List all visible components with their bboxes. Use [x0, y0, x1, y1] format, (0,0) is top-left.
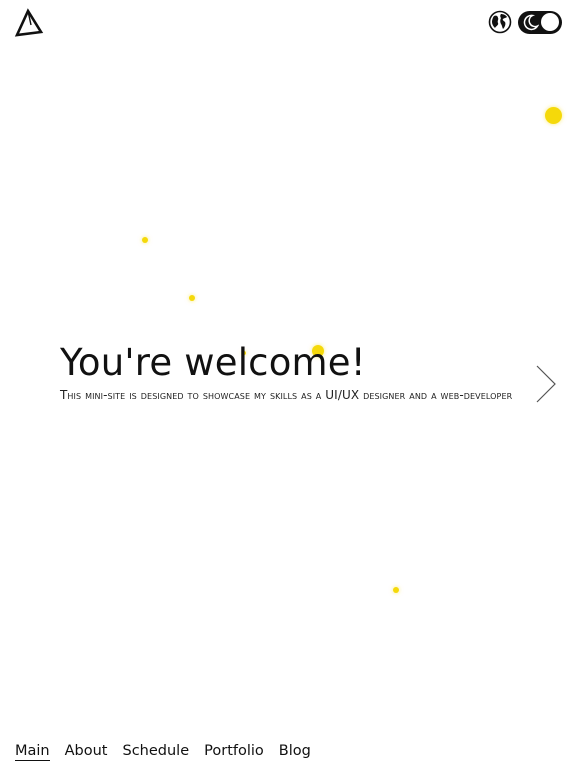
nav-item-portfolio[interactable]: Portfolio: [204, 743, 264, 761]
hero-subtitle: This mini-site is designed to showcase m…: [60, 388, 513, 402]
hero-title: You're welcome!: [60, 341, 366, 384]
theme-toggle[interactable]: [518, 10, 562, 34]
particle-dot: [142, 237, 148, 243]
bottom-nav: Main About Schedule Portfolio Blog: [15, 743, 311, 761]
particle-dot: [189, 295, 195, 301]
hero: You're welcome! This mini-site is design…: [60, 341, 520, 403]
nav-item-blog[interactable]: Blog: [279, 743, 311, 761]
triangle-logo-icon[interactable]: [14, 8, 44, 38]
particle-dot: [393, 587, 399, 593]
particle-dot: [545, 107, 562, 124]
nav-item-about[interactable]: About: [65, 743, 108, 761]
chevron-right-icon[interactable]: [534, 364, 558, 404]
moon-icon: [522, 14, 539, 31]
page: You're welcome! This mini-site is design…: [0, 0, 576, 770]
nav-item-main[interactable]: Main: [15, 743, 50, 761]
header-tools: [488, 10, 562, 34]
nav-item-schedule[interactable]: Schedule: [123, 743, 190, 761]
toggle-knob: [541, 13, 559, 31]
globe-icon[interactable]: [488, 10, 512, 34]
